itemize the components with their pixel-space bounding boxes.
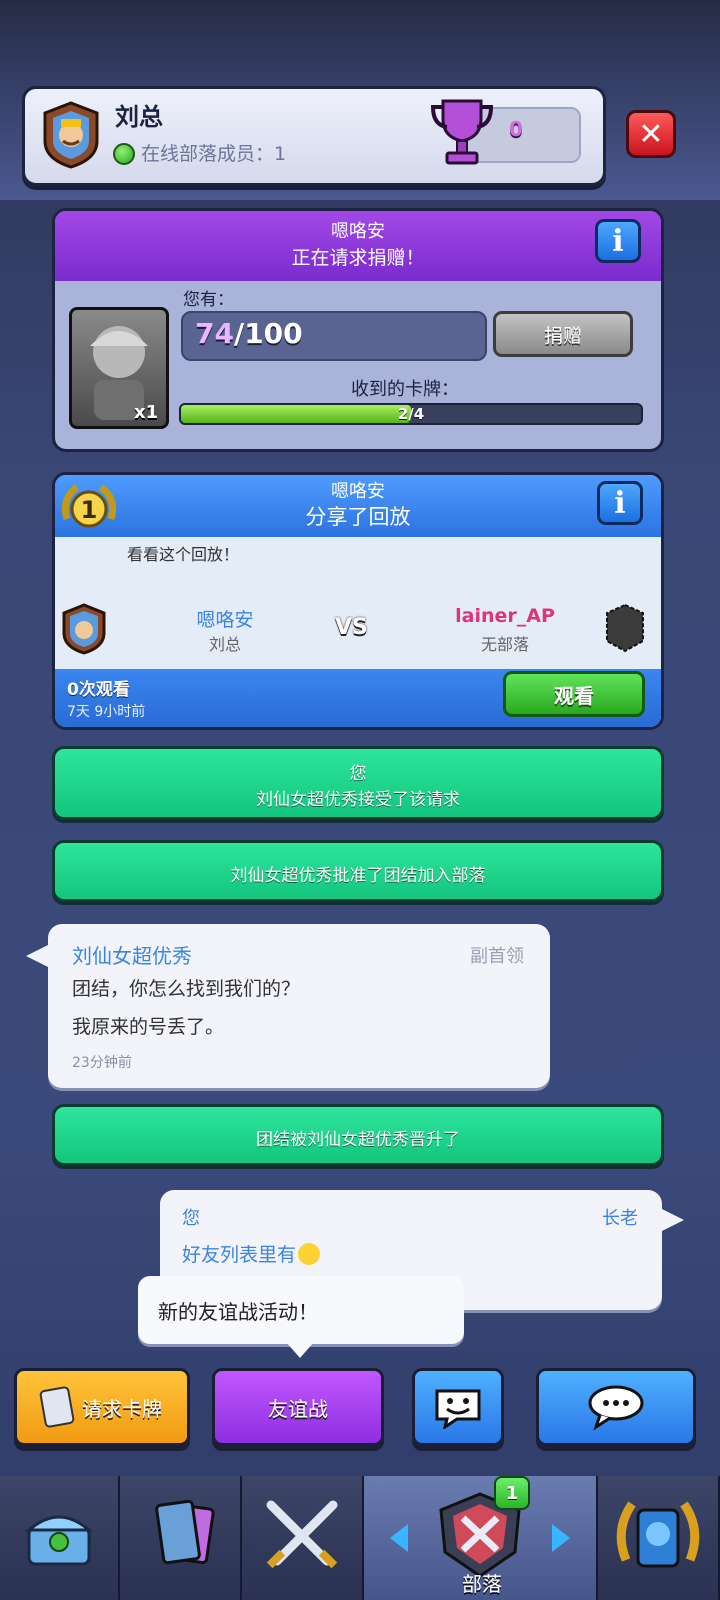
received-cards-label: 收到的卡牌：: [351, 379, 459, 400]
close-icon: ✕: [638, 116, 664, 152]
owned-card-count: 74/100: [195, 317, 303, 350]
card-icon: [38, 1385, 76, 1429]
chat-sender-role: 长老: [602, 1208, 638, 1229]
nav-active-label: 部落: [462, 1572, 502, 1596]
card-count: x1: [134, 402, 159, 423]
chat-sender-role: 副首领: [470, 946, 524, 967]
laurel-trophy-icon: [616, 1501, 700, 1568]
nav-cards[interactable]: [120, 1476, 242, 1600]
system-message-accepted: 您 刘仙女超优秀接受了该请求: [52, 746, 664, 820]
system-message-line: 刘仙女超优秀接受了该请求: [256, 790, 460, 810]
replay-time: 7天 9小时前: [67, 704, 146, 720]
replay-info-button[interactable]: i: [597, 481, 643, 525]
clan-header-card: 刘总 在线部落成员：1 0: [22, 86, 606, 186]
replay-header: 嗯咯安 分享了回放: [55, 475, 661, 537]
replay-views: 0次观看: [67, 680, 130, 700]
you-have-label: 您有：: [183, 290, 234, 310]
player1-name[interactable]: 嗯咯安: [165, 605, 285, 632]
tooltip-text: 新的友谊战活动！: [158, 1300, 318, 1324]
svg-text:1: 1: [81, 496, 98, 524]
cards-icon: [155, 1499, 215, 1565]
nav-shop[interactable]: [0, 1476, 120, 1600]
donation-header: 嗯咯安 正在请求捐赠！: [55, 211, 661, 281]
requested-card-image: x1: [69, 307, 169, 429]
request-text: 正在请求捐赠！: [291, 247, 425, 269]
donation-info-button[interactable]: i: [595, 219, 641, 263]
trophy-icon: [430, 99, 494, 165]
player1-clan: 刘总: [208, 635, 241, 654]
chat-sender-name: 您: [182, 1208, 200, 1229]
info-icon: i: [612, 223, 624, 259]
replay-card: 嗯咯安 分享了回放 1 i 看看这个回放！ 嗯咯安 刘总 VS lainer_A…: [52, 472, 664, 730]
request-cards-button[interactable]: 请求卡牌: [14, 1368, 190, 1446]
crossed-swords-icon: [266, 1500, 338, 1569]
emote-icon: [435, 1389, 481, 1429]
nav-events[interactable]: [598, 1476, 720, 1600]
replay-sharer: 嗯咯安: [331, 481, 385, 502]
close-button[interactable]: ✕: [626, 110, 676, 158]
received-progress-text: 2/4: [397, 405, 425, 423]
clan-badge-icon: [43, 101, 99, 169]
nav-left-arrow-icon[interactable]: [390, 1524, 408, 1552]
bubble-tail: [660, 1208, 684, 1232]
received-progress-bar: 2/4: [179, 403, 643, 425]
online-status-icon: [113, 143, 135, 165]
nav-right-arrow-icon[interactable]: [552, 1524, 570, 1552]
system-message-line: 您: [349, 764, 367, 784]
emote-button[interactable]: [412, 1368, 504, 1446]
donate-button[interactable]: 捐赠: [493, 311, 633, 357]
player2-clan: 无部落: [480, 635, 529, 654]
tooltip-tail: [286, 1342, 314, 1358]
info-icon: i: [614, 485, 626, 521]
replay-title: 分享了回放: [305, 505, 411, 529]
system-message-approved: 刘仙女超优秀批准了团结加入部落: [52, 840, 664, 902]
clan-name: 刘总: [115, 103, 163, 131]
nav-battle[interactable]: [242, 1476, 364, 1600]
player1-badge-icon: [62, 603, 106, 655]
trophy-count: 0: [509, 117, 523, 141]
request-cards-label: 请求卡牌: [82, 1396, 162, 1421]
friendly-battle-button[interactable]: 友谊战: [212, 1368, 384, 1446]
chat-message-line: 团结，你怎么找到我们的？: [72, 978, 301, 1000]
chat-icon: [588, 1385, 644, 1431]
clan-notification-badge: 1: [494, 1476, 530, 1510]
friendly-battle-label: 友谊战: [268, 1396, 328, 1421]
donation-request-card: 嗯咯安 正在请求捐赠！ i x1 您有： 74/100 捐赠 收到的卡牌： 2/…: [52, 208, 664, 452]
bubble-tail: [26, 944, 50, 968]
chest-icon: [24, 1515, 94, 1566]
player2-name[interactable]: lainer_AP: [435, 605, 575, 627]
chat-timestamp: 23分钟前: [72, 1055, 132, 1071]
chat-message-line: 好友列表里有: [182, 1240, 321, 1267]
watch-button[interactable]: 观看: [503, 671, 645, 717]
no-clan-badge-icon: [606, 603, 644, 653]
smile-emoji-icon: [298, 1243, 321, 1265]
system-message-line: 刘仙女超优秀批准了团结加入部落: [230, 866, 486, 886]
chat-sender-name[interactable]: 刘仙女超优秀: [72, 940, 192, 969]
chat-button[interactable]: [536, 1368, 696, 1446]
replay-message: 看看这个回放！: [127, 545, 240, 564]
chat-message-line: 我原来的号丢了。: [72, 1016, 225, 1038]
requester-name: 嗯咯安: [331, 221, 385, 242]
rank-laurel-icon: 1: [61, 484, 117, 528]
online-members-text: 在线部落成员：1: [141, 143, 287, 165]
vs-label: VS: [335, 615, 368, 640]
system-message-line: 团结被刘仙女超优秀晋升了: [256, 1130, 460, 1150]
system-message-promoted: 团结被刘仙女超优秀晋升了: [52, 1104, 664, 1166]
